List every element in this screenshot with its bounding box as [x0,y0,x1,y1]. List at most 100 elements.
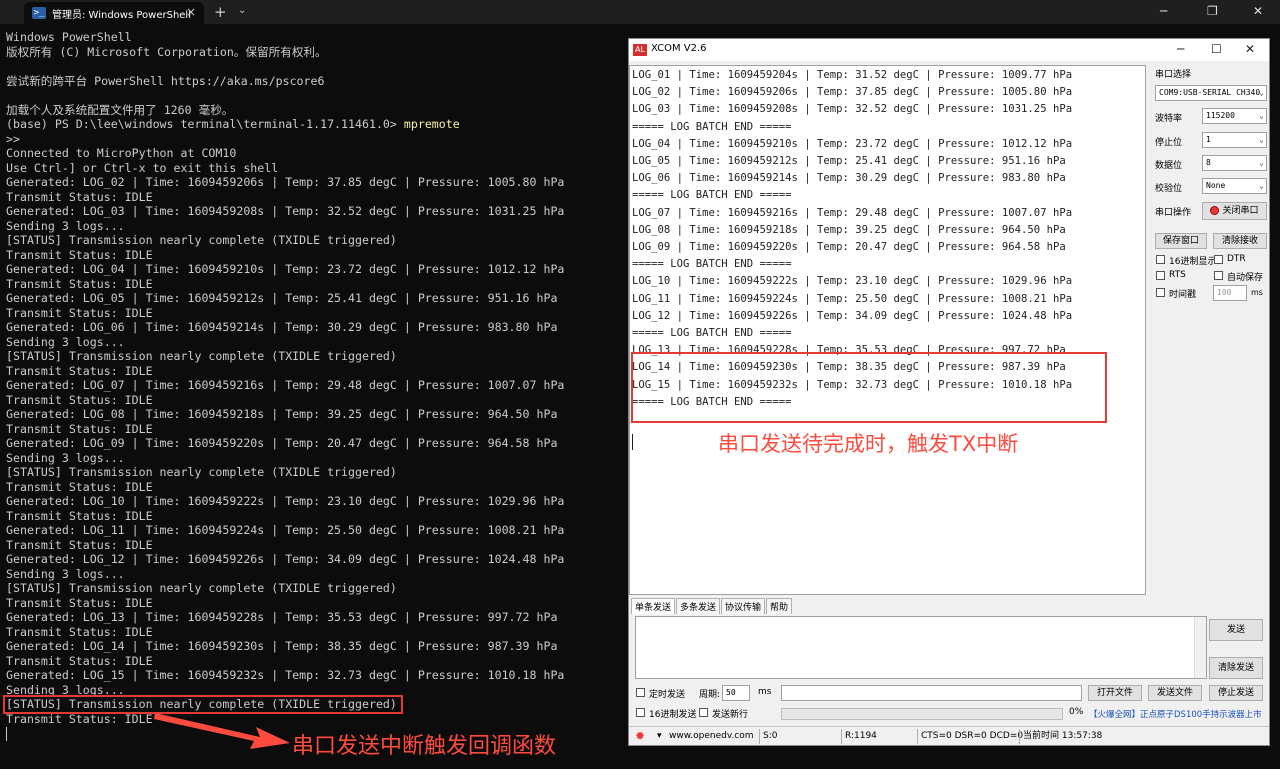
dtr-checkbox[interactable] [1214,255,1223,264]
chevron-down-icon[interactable]: ⌄ [238,5,246,16]
clear-send-button[interactable]: 清除发送 [1209,657,1263,679]
receive-area[interactable]: LOG_01 | Time: 1609459204s | Temp: 31.52… [629,65,1146,595]
close-window-icon[interactable]: ✕ [1253,4,1263,18]
timestamp-checkbox[interactable] [1156,288,1165,297]
rts-checkbox[interactable] [1156,271,1165,280]
newline-send-checkbox[interactable] [699,708,708,717]
data-label: 数据位 [1155,161,1183,171]
xcom-title: XCOM V2.6 [651,43,707,54]
period-unit: ms [758,687,772,697]
receive-line: ===== LOG BATCH END ===== [632,120,792,133]
terminal-line: Sending 3 logs... [6,334,125,349]
minimize-icon[interactable]: ─ [1177,42,1184,56]
send-progress-bar [781,708,1063,720]
hex-display-label: 16进制显示 [1169,257,1217,267]
data-value: 8 [1206,158,1211,167]
terminal-line: Windows PowerShell [6,30,132,44]
timestamp-unit: ms [1251,288,1263,297]
data-select[interactable]: 8 ⌄ [1202,155,1267,171]
status-divider [841,729,842,744]
send-file-button[interactable]: 发送文件 [1148,685,1202,701]
send-button[interactable]: 发送 [1209,619,1263,641]
terminal-line: Transmit Status: IDLE [6,363,153,378]
close-tab-icon[interactable]: × [186,5,196,19]
terminal-line: Transmit Status: IDLE [6,247,153,262]
receive-line: LOG_03 | Time: 1609459208s | Temp: 32.52… [632,103,1073,116]
rts-label: RTS [1169,270,1186,280]
terminal-line: Generated: LOG_11 | Time: 1609459224s | … [6,523,565,537]
terminal-line: Sending 3 logs... [6,450,125,465]
send-scrollbar[interactable] [1194,617,1206,678]
terminal-output[interactable]: Windows PowerShell 版权所有 (C) Microsoft Cor… [6,30,616,726]
period-label: 周期: [699,690,721,700]
terminal-line: Generated: LOG_13 | Time: 1609459228s | … [6,610,558,624]
parity-select[interactable]: None ⌄ [1202,178,1267,194]
file-path-input[interactable] [781,685,1082,701]
terminal-line: Transmit Status: IDLE [6,276,153,291]
terminal-line: Generated: LOG_08 | Time: 1609459218s | … [6,407,558,421]
save-window-button[interactable]: 保存窗口 [1155,233,1207,249]
receive-line: LOG_04 | Time: 1609459210s | Temp: 23.72… [632,137,1073,150]
terminal-line: 加载个人及系统配置文件用了 1260 毫秒。 [6,102,234,117]
timed-send-checkbox[interactable] [636,688,645,697]
receive-line: ===== LOG BATCH END ===== [632,258,792,271]
current-time: 当前时间 13:57:38 [1023,731,1103,741]
hex-send-checkbox[interactable] [636,708,645,717]
xcom-titlebar: AL XCOM V2.6 ─ ☐ ✕ [629,39,1269,61]
timestamp-label: 时间戳 [1169,290,1197,300]
terminal-line: [STATUS] Transmission nearly complete (T… [6,465,397,479]
ad-link[interactable]: 【火爆全网】正点原子DS100手持示波器上市 [1089,708,1262,720]
auto-save-label: 自动保存 [1227,273,1264,283]
website-link[interactable]: www.openedv.com [669,729,754,744]
alientek-logo: AL [633,44,647,56]
hex-display-checkbox[interactable] [1156,255,1165,264]
close-window-icon[interactable]: ✕ [1245,42,1255,56]
terminal-line: 版权所有 (C) Microsoft Corporation。保留所有权利。 [6,44,327,59]
port-select[interactable]: COM9:USB-SERIAL CH340 ⌄ [1155,85,1267,101]
progress-value: 0% [1069,707,1084,717]
tab-single-send[interactable]: 单条发送 [631,598,676,614]
parity-value: None [1206,181,1226,190]
terminal-line: Generated: LOG_15 | Time: 1609459232s | … [6,668,565,682]
baud-select[interactable]: 115200 ⌄ [1202,108,1267,124]
auto-save-checkbox[interactable] [1214,271,1223,280]
stop-value: 1 [1206,135,1211,144]
terminal-annotation: 串口发送中断触发回调函数 [292,734,557,759]
terminal-line: Connected to MicroPython at COM10 [6,146,237,160]
terminal-line: Generated: LOG_02 | Time: 1609459206s | … [6,175,565,189]
terminal-line: Transmit Status: IDLE [6,392,153,407]
period-input[interactable]: 50 [722,685,750,701]
stop-label: 停止位 [1155,138,1183,148]
port-status-icon [1210,206,1220,215]
hex-send-label: 16进制发送 [649,710,697,720]
port-value: COM9:USB-SERIAL CH340 [1159,88,1261,97]
chevron-down-icon: ⌄ [1259,158,1264,167]
send-input[interactable] [635,616,1207,679]
receive-line: LOG_12 | Time: 1609459226s | Temp: 34.09… [632,309,1073,322]
open-file-button[interactable]: 打开文件 [1088,685,1142,701]
dropdown-icon[interactable]: ▾ [657,729,662,744]
stop-send-button[interactable]: 停止发送 [1209,685,1263,701]
terminal-cursor [6,727,7,741]
tab-protocol[interactable]: 协议传输 [721,598,766,614]
clear-receive-button[interactable]: 清除接收 [1213,233,1267,249]
maximize-icon[interactable]: ☐ [1211,42,1222,56]
tab-multi-send[interactable]: 多条发送 [676,598,721,614]
tab-help[interactable]: 帮助 [766,598,793,614]
receive-line: LOG_11 | Time: 1609459224s | Temp: 25.50… [632,292,1073,305]
terminal-titlebar: >_ 管理员: Windows PowerShell × + ⌄ ─ ❐ ✕ [0,0,1280,24]
gear-icon[interactable]: ✹ [635,729,645,744]
newline-send-label: 发送新行 [712,710,749,720]
new-tab-icon[interactable]: + [214,3,227,21]
terminal-line: Transmit Status: IDLE [6,653,153,668]
timestamp-input[interactable]: 100 [1213,285,1247,301]
stop-select[interactable]: 1 ⌄ [1202,132,1267,148]
terminal-line: Transmit Status: IDLE [6,305,153,320]
terminal-tab[interactable]: >_ 管理员: Windows PowerShell × [24,2,204,24]
maximize-icon[interactable]: ❐ [1207,4,1218,18]
close-port-button[interactable]: 关闭串口 [1202,202,1267,220]
terminal-line: >> [6,131,20,146]
receive-cursor [632,434,633,450]
minimize-icon[interactable]: ─ [1160,4,1167,18]
